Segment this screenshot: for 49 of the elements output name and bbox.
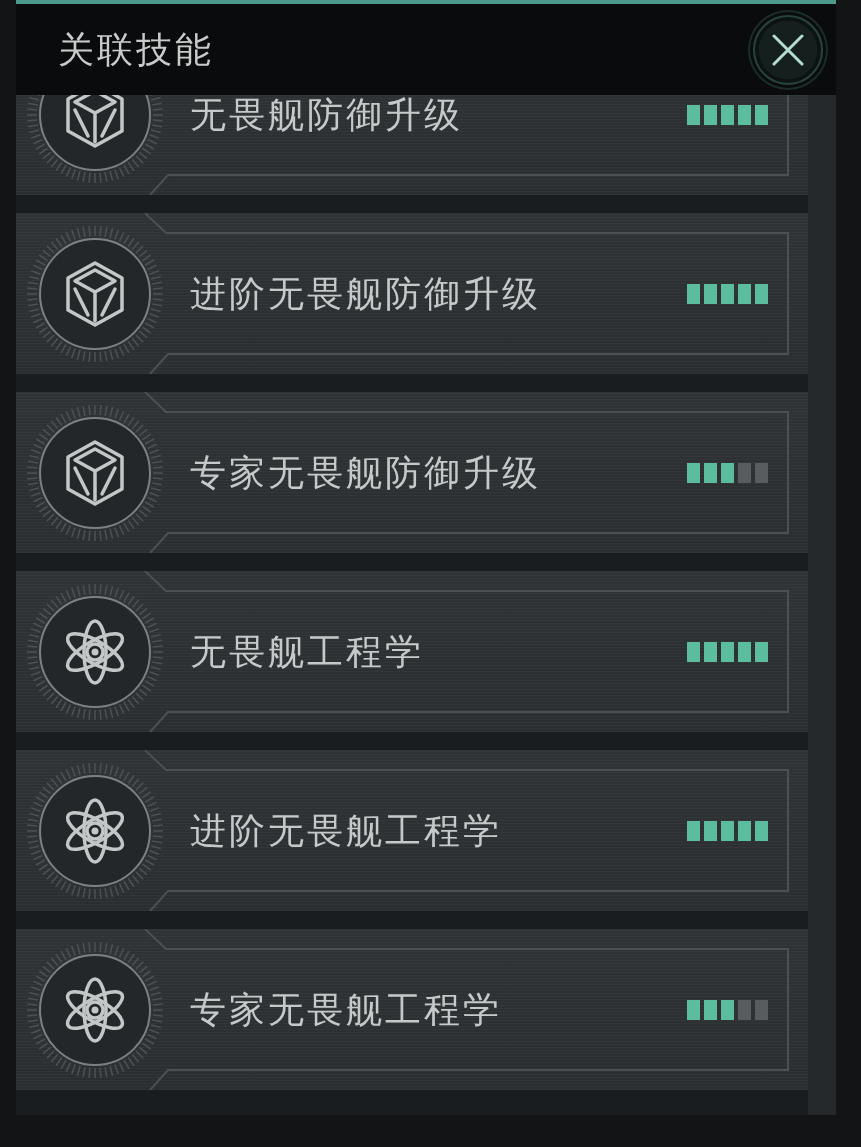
rank-pip: [755, 462, 768, 483]
skill-card[interactable]: 专家无畏舰防御升级: [16, 392, 808, 553]
atom-icon: [25, 760, 165, 901]
atom-icon: [25, 581, 165, 722]
rank-pip: [704, 820, 717, 841]
skill-name: 专家无畏舰工程学: [190, 991, 503, 1028]
rank-pip: [721, 104, 734, 125]
rank-pip: [704, 104, 717, 125]
rank-pip: [687, 462, 700, 483]
skill-name: 进阶无畏舰防御升级: [190, 275, 542, 312]
rank-pip: [738, 104, 751, 125]
rank-pip: [704, 462, 717, 483]
rank-pip: [721, 462, 734, 483]
skill-name: 专家无畏舰防御升级: [190, 454, 542, 491]
rank-pip: [687, 999, 700, 1020]
rank-pip: [755, 820, 768, 841]
rank-pip: [738, 641, 751, 662]
skill-card[interactable]: 进阶无畏舰防御升级: [16, 213, 808, 374]
rank-pip: [687, 104, 700, 125]
rank-pip: [704, 999, 717, 1020]
close-icon: [772, 33, 804, 66]
cube-icon: [25, 223, 165, 364]
rank-pip: [687, 283, 700, 304]
rank-pip: [704, 641, 717, 662]
rank-pip: [755, 104, 768, 125]
rank-pip: [704, 283, 717, 304]
rank-pip: [721, 641, 734, 662]
rank-pip: [721, 283, 734, 304]
rank-pip: [721, 999, 734, 1020]
skill-name: 进阶无畏舰工程学: [190, 812, 503, 849]
cube-icon: [25, 402, 165, 543]
skill-card[interactable]: 专家无畏舰工程学: [16, 929, 808, 1090]
skill-card[interactable]: 进阶无畏舰工程学: [16, 750, 808, 911]
rank-pip: [755, 999, 768, 1020]
skill-card[interactable]: 无畏舰工程学: [16, 571, 808, 732]
skill-name: 无畏舰工程学: [190, 633, 425, 670]
rank-pip: [738, 462, 751, 483]
rank-pip: [738, 820, 751, 841]
rank-pip: [687, 641, 700, 662]
panel-title: 关联技能: [58, 31, 214, 68]
rank-pip: [687, 820, 700, 841]
rank-pip: [738, 999, 751, 1020]
rank-pip: [755, 283, 768, 304]
rank-pip: [738, 283, 751, 304]
rank-pip: [755, 641, 768, 662]
skill-name: 无畏舰防御升级: [190, 96, 464, 133]
atom-icon: [25, 939, 165, 1080]
skill-card[interactable]: 无畏舰防御升级: [16, 95, 808, 195]
rank-pip: [721, 820, 734, 841]
